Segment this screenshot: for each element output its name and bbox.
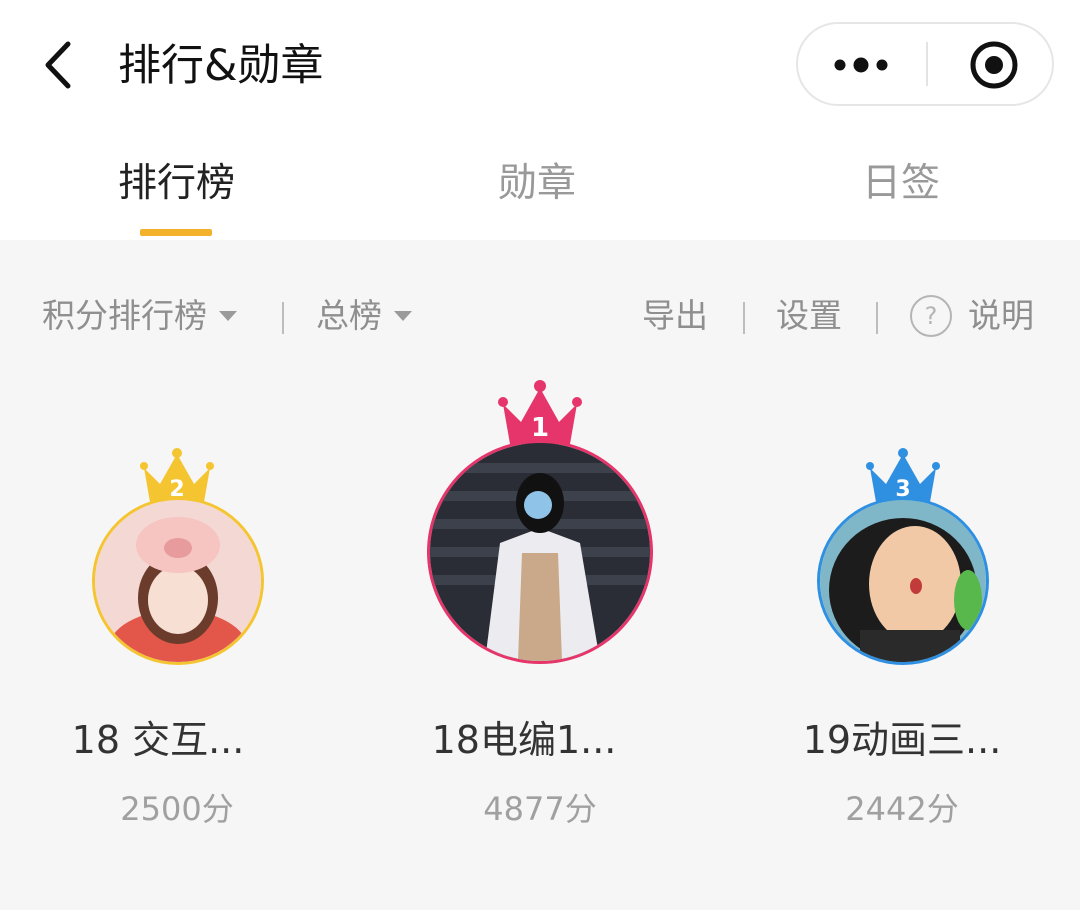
user-name: 18 交互... (71, 718, 245, 762)
divider (282, 302, 284, 334)
ranking-type-dropdown[interactable]: 积分排行榜 (42, 286, 237, 346)
target-icon (970, 41, 1018, 89)
avatar (817, 497, 989, 665)
divider (876, 302, 878, 334)
avatar (427, 440, 653, 664)
crown-icon: 1 (498, 380, 582, 444)
more-dots-icon (834, 57, 888, 73)
caret-down-icon (219, 310, 237, 321)
mini-program-capsule (796, 22, 1054, 106)
help-button[interactable]: ? 说明 (910, 286, 1040, 346)
svg-text:1: 1 (531, 413, 549, 443)
range-label: 总榜 (316, 296, 382, 335)
tab-medals[interactable]: 勋章 (498, 156, 576, 212)
more-button[interactable] (798, 24, 926, 104)
user-score: 4877分 (483, 790, 597, 828)
top-bar: 排行&勋章 排行榜 勋章 日签 (0, 0, 1080, 240)
user-name: 19动画三... (802, 718, 1002, 762)
filter-bar: 积分排行榜 总榜 导出 设置 ? 说明 (0, 286, 1080, 346)
back-button[interactable] (40, 38, 80, 92)
tab-ranking[interactable]: 排行榜 (118, 156, 235, 212)
help-icon: ? (910, 295, 952, 337)
export-button[interactable]: 导出 (642, 286, 708, 346)
user-score: 2442分 (845, 790, 959, 828)
range-dropdown[interactable]: 总榜 (316, 286, 412, 346)
caret-down-icon (394, 310, 412, 321)
close-mini-program-button[interactable] (928, 24, 1054, 104)
divider (743, 302, 745, 334)
help-label: 说明 (968, 296, 1034, 335)
user-name: 18电编1... (431, 718, 617, 762)
tab-bar: 排行榜 勋章 日签 (0, 140, 1080, 240)
user-score: 2500分 (120, 790, 234, 828)
avatar (92, 497, 264, 665)
page-title: 排行&勋章 (118, 41, 324, 91)
active-tab-indicator (140, 229, 212, 236)
tab-daily-sign[interactable]: 日签 (862, 156, 940, 212)
chevron-left-icon (45, 41, 71, 89)
settings-button[interactable]: 设置 (776, 286, 842, 346)
ranking-type-label: 积分排行榜 (42, 296, 207, 335)
